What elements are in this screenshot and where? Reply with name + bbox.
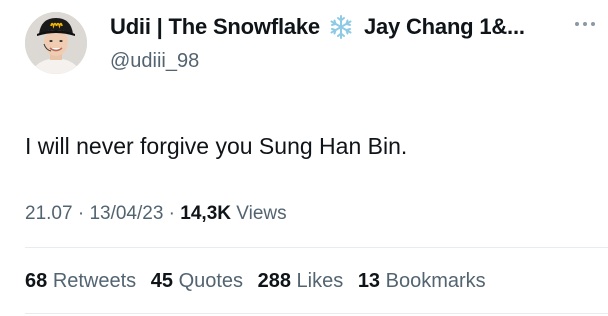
divider xyxy=(25,313,608,314)
author-name-suffix[interactable]: Jay Chang 1&... xyxy=(364,14,525,40)
avatar-photo xyxy=(25,12,87,74)
retweets-count: 68 xyxy=(25,270,48,292)
author-handle[interactable]: @udiii_98 xyxy=(110,50,199,73)
avatar[interactable] xyxy=(25,12,87,74)
likes-count: 288 xyxy=(257,270,291,292)
tweet-date[interactable]: 13/04/23 xyxy=(89,203,163,224)
likes-label: Likes xyxy=(296,270,344,292)
divider xyxy=(25,247,608,248)
author-name-row[interactable]: Udii | The Snowflake Jay Chang 1&... xyxy=(110,14,525,40)
bookmarks-label: Bookmarks xyxy=(385,270,486,292)
bookmarks-stat[interactable]: 13 Bookmarks xyxy=(358,270,486,292)
tweet-meta: 21.07 · 13/04/23 · 14,3K Views xyxy=(25,203,287,225)
retweets-label: Retweets xyxy=(52,270,137,292)
quotes-stat[interactable]: 45 Quotes xyxy=(151,270,243,292)
tweet-time[interactable]: 21.07 xyxy=(25,203,73,224)
likes-stat[interactable]: 288 Likes xyxy=(258,270,344,292)
tweet-text: I will never forgive you Sung Han Bin. xyxy=(25,133,408,159)
views-count: 14,3K xyxy=(180,203,231,224)
meta-separator: · xyxy=(72,203,90,224)
author-display-name[interactable]: Udii | The Snowflake xyxy=(110,14,320,40)
snowflake-icon xyxy=(328,14,354,40)
more-icon[interactable] xyxy=(570,14,600,34)
views-label: Views xyxy=(236,203,287,224)
bookmarks-count: 13 xyxy=(357,270,381,292)
retweets-stat[interactable]: 68 Retweets xyxy=(25,270,136,292)
tweet-card: Udii | The Snowflake Jay Chang 1&... @ud… xyxy=(0,0,608,316)
quotes-count: 45 xyxy=(150,270,173,292)
quotes-label: Quotes xyxy=(178,270,244,292)
tweet-stats: 68 Retweets 45 Quotes 288 Likes 13 Bookm… xyxy=(25,270,495,293)
meta-separator: · xyxy=(163,203,181,224)
